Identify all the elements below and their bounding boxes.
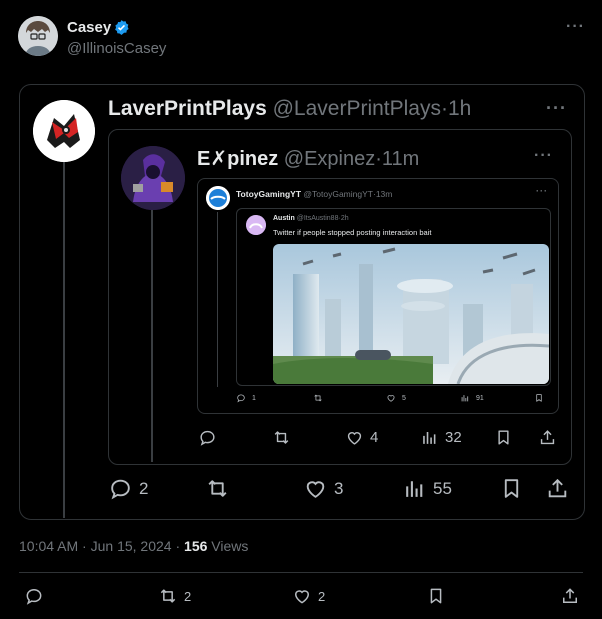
quote3-repost-button[interactable] [313,393,329,403]
reply-icon [108,476,133,501]
bookmark-icon [534,393,544,403]
share-icon [538,428,557,447]
views-icon [402,476,427,501]
repost-icon [158,586,178,606]
repost-button[interactable]: 2 [158,586,191,606]
austin-avatar[interactable] [246,215,266,235]
quote1-views-button[interactable]: 55 [402,476,452,501]
city-image[interactable] [273,244,549,384]
bookmark-button[interactable] [426,586,446,606]
share-icon [560,586,580,606]
post-time[interactable]: 10:04 AM [19,538,78,554]
quote1-handle[interactable]: @LaverPrintPlays [273,97,441,120]
quote2-like-button[interactable]: 4 [345,428,378,447]
quote3-header: TotoyGamingYT @TotoyGamingYT·13m [236,189,392,199]
quote2-separator: · [375,148,382,170]
reply-icon [236,393,246,403]
quote2-time[interactable]: 11m [382,148,419,170]
views-count: 156 [184,538,208,554]
quote2-views-button[interactable]: 32 [420,428,462,447]
share-button[interactable] [560,586,580,606]
laverprintplays-avatar[interactable] [33,100,95,162]
quote3-time[interactable]: 13m [376,189,393,199]
quote4-time[interactable]: 2h [341,215,349,222]
quote1-bookmark-button[interactable] [499,476,524,501]
like-icon [292,586,312,606]
repost-icon [272,428,291,447]
bookmark-icon [494,428,513,447]
views-icon [420,428,439,447]
author-name[interactable]: Casey [67,19,111,36]
thread-line-2 [151,196,153,462]
quote1-like-button[interactable]: 3 [303,476,343,501]
thread-line-1 [63,162,65,518]
quote1-share-button[interactable] [545,476,570,501]
quote3-views-button[interactable]: 91 [460,393,484,403]
repost-icon [205,476,230,501]
quote1-repost-button[interactable] [205,476,236,501]
reply-button[interactable] [24,586,44,606]
quote3-more-icon[interactable]: ··· [536,186,548,196]
meta-separator-2: · [175,538,181,554]
meta-separator: · [82,538,87,554]
like-icon [386,393,396,403]
quote1-time[interactable]: 1h [448,97,471,120]
verified-badge-icon [113,19,130,41]
thread-line-3 [217,212,218,387]
quote3-reply-button[interactable]: 1 [236,393,256,403]
quote3-handle[interactable]: @TotoyGamingYT [303,189,373,199]
quote4-name[interactable]: Austin [273,215,295,222]
author-handle[interactable]: @IllinoisCasey [67,40,166,57]
quote3-bookmark-button[interactable] [534,393,544,403]
quote2-name[interactable]: E✗pinez [197,148,278,170]
quote2-handle[interactable]: @Expinez [284,148,375,170]
like-icon [345,428,364,447]
repost-icon [313,393,323,403]
post-meta: 10:04 AM · Jun 15, 2024 · 156 Views [19,538,248,554]
quote4-text: Twitter if people stopped posting intera… [273,228,432,237]
quote4-handle[interactable]: @ItsAustin88 [297,215,339,222]
post-date[interactable]: Jun 15, 2024 [91,538,172,554]
quote2-repost-button[interactable] [272,428,297,447]
quote3-like-button[interactable]: 5 [386,393,406,403]
author-avatar[interactable] [18,16,58,56]
quote2-more-icon[interactable]: ··· [534,147,553,165]
quote2-reply-button[interactable] [198,428,223,447]
more-icon[interactable]: ··· [566,18,585,36]
quote3-name[interactable]: TotoyGamingYT [236,189,301,199]
quote1-reply-button[interactable]: 2 [108,476,148,501]
views-icon [460,393,470,403]
reply-icon [198,428,217,447]
like-icon [303,476,328,501]
divider [19,572,583,573]
views-label: Views [211,538,249,554]
like-button[interactable]: 2 [292,586,325,606]
quote1-more-icon[interactable]: ··· [546,98,567,119]
bookmark-icon [499,476,524,501]
reply-icon [24,586,44,606]
share-icon [545,476,570,501]
totoygamingyt-avatar[interactable] [206,186,230,210]
quote4-header: Austin @ItsAustin88·2h [273,215,349,222]
bookmark-icon [426,586,446,606]
quote1-separator: · [441,97,448,120]
quote1-header: LaverPrintPlays @LaverPrintPlays·1h [108,97,471,121]
quote1-name[interactable]: LaverPrintPlays [108,97,267,120]
expinez-avatar[interactable] [121,146,185,210]
quote2-header: E✗pinez @Expinez·11m [197,146,419,171]
quote2-share-button[interactable] [538,428,557,447]
quote2-bookmark-button[interactable] [494,428,513,447]
